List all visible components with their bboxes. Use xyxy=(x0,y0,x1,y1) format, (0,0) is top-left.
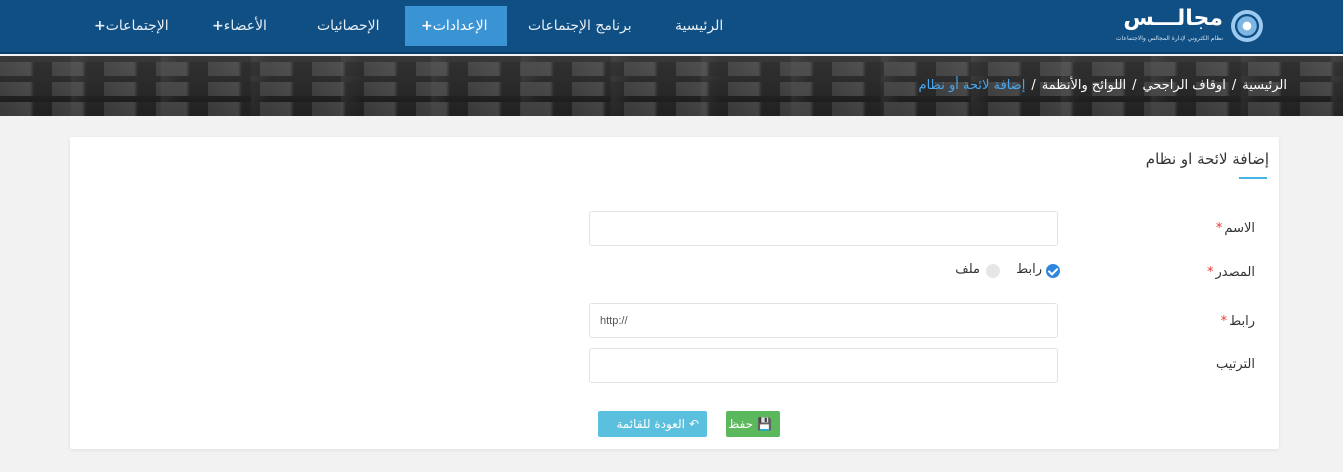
save-button-label: حفظ xyxy=(728,417,754,431)
breadcrumb-current: إضافة لائحة أو نظام xyxy=(918,78,1026,93)
app-logo[interactable]: مجالـــس نظام الكتروني لإدارة المجالس وا… xyxy=(1103,6,1263,46)
required-mark: * xyxy=(1220,314,1228,329)
nav-item-label: الأعضاء xyxy=(223,18,267,34)
nav-item-members[interactable]: +الأعضاء xyxy=(196,6,277,46)
logo-word: مجالـــس xyxy=(1123,6,1223,31)
breadcrumb-org[interactable]: اوقاف الراجحي xyxy=(1143,78,1226,93)
source-link-label[interactable]: رابط xyxy=(1016,262,1042,277)
nav-item-label: الرئيسية xyxy=(675,18,724,34)
order-input[interactable] xyxy=(589,348,1058,383)
source-file-label[interactable]: ملف xyxy=(955,262,980,277)
name-label: الاسم* xyxy=(1216,221,1255,236)
reply-arrow-icon: ↶ xyxy=(688,417,699,431)
nav-item-label: الإجتماعات xyxy=(105,18,169,34)
link-label-text: رابط xyxy=(1229,314,1255,329)
logo-subtitle: نظام الكتروني لإدارة المجالس والاجتماعات xyxy=(1115,35,1223,42)
plus-icon: + xyxy=(212,18,224,34)
name-input[interactable] xyxy=(589,211,1058,246)
breadcrumb-section[interactable]: اللوائح والأنظمة xyxy=(1042,78,1126,93)
required-mark: * xyxy=(1215,221,1223,236)
nav-item-home[interactable]: الرئيسية xyxy=(665,6,733,46)
source-radio-group: رابط ملف xyxy=(938,262,1060,282)
banner-decoration xyxy=(0,102,1343,116)
save-button[interactable]: 💾حفظ xyxy=(726,411,780,437)
breadcrumb-separator: / xyxy=(1231,78,1237,93)
back-to-list-button[interactable]: ↶العودة للقائمة xyxy=(598,411,707,437)
title-underline xyxy=(1239,177,1267,179)
plus-icon: + xyxy=(421,18,433,34)
plus-icon: + xyxy=(94,18,106,34)
breadcrumb-separator: / xyxy=(1031,78,1036,93)
breadcrumb-separator: / xyxy=(1132,78,1137,93)
nav-item-settings[interactable]: +الإعدادات xyxy=(405,6,507,46)
source-label-text: المصدر xyxy=(1215,265,1255,280)
required-mark: * xyxy=(1207,265,1214,280)
logo-gear-icon xyxy=(1231,10,1263,42)
breadcrumb-home[interactable]: الرئيسية xyxy=(1242,78,1287,93)
page-title: إضافة لائحة او نظام xyxy=(1145,150,1269,168)
link-input[interactable] xyxy=(589,303,1058,338)
nav-item-label: الإحصائيات xyxy=(317,18,380,34)
nav-item-label: برنامج الإجتماعات xyxy=(528,18,632,34)
name-label-text: الاسم xyxy=(1224,221,1255,236)
order-label-text: الترتيب xyxy=(1216,357,1255,372)
source-link-radio[interactable] xyxy=(1046,264,1060,278)
floppy-disk-icon: 💾 xyxy=(757,417,772,431)
form-panel: إضافة لائحة او نظام الاسم* المصدر* رابط … xyxy=(70,137,1279,449)
link-label: رابط* xyxy=(1221,314,1255,329)
banner-decoration xyxy=(0,62,1343,76)
order-label: الترتيب xyxy=(1216,357,1255,372)
source-file-radio[interactable] xyxy=(986,264,1000,278)
breadcrumb: الرئيسية / اوقاف الراجحي / اللوائح والأنظمة /… xyxy=(919,78,1287,93)
back-button-label: العودة للقائمة xyxy=(616,417,685,431)
top-navbar: +الإجتماعات +الأعضاء الإحصائيات +الإعداد… xyxy=(0,0,1343,54)
nav-item-meetings[interactable]: +الإجتماعات xyxy=(78,6,179,46)
nav-item-meetings-program[interactable]: برنامج الإجتماعات xyxy=(518,6,642,46)
source-label: المصدر* xyxy=(1207,265,1255,280)
nav-item-label: الإعدادات xyxy=(432,18,488,34)
nav-item-statistics[interactable]: الإحصائيات xyxy=(307,6,390,46)
